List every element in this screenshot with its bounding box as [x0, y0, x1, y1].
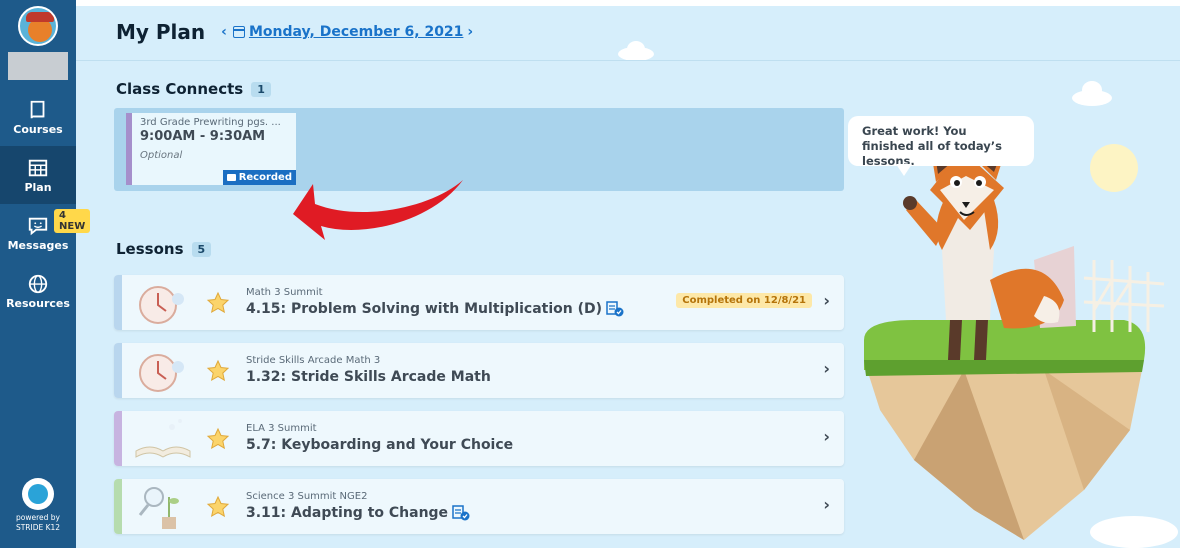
document-check-icon: [452, 505, 470, 521]
class-connects-heading: Class Connects 1: [116, 80, 271, 98]
class-connect-time: 9:00AM - 9:30AM: [140, 129, 266, 144]
lesson-title: 4.15: Problem Solving with Multiplicatio…: [246, 301, 603, 317]
next-day-button[interactable]: ›: [463, 24, 477, 40]
globe-icon: [28, 274, 48, 293]
document-check-icon: [606, 301, 624, 317]
chevron-right-icon[interactable]: ›: [823, 427, 830, 446]
stride-brand-text: STRIDE K12: [15, 523, 61, 532]
new-messages-badge: 4 NEW: [54, 209, 91, 233]
lesson-title-row: 5.7: Keyboarding and Your Choice: [246, 437, 513, 453]
recorded-label: Recorded: [238, 172, 292, 183]
completed-badge: Completed on 12/8/21: [676, 293, 812, 308]
lesson-title: 3.11: Adapting to Change: [246, 505, 449, 521]
lesson-title-row: 3.11: Adapting to Change: [246, 505, 470, 521]
lesson-row[interactable]: Stride Skills Arcade Math 3 1.32: Stride…: [114, 343, 844, 398]
lesson-title: 5.7: Keyboarding and Your Choice: [246, 437, 514, 453]
star-icon[interactable]: [206, 495, 230, 519]
sidebar-item-label: Plan: [24, 180, 52, 194]
sidebar-item-label: Courses: [13, 122, 63, 136]
chevron-right-icon[interactable]: ›: [823, 359, 830, 378]
student-name-redacted: [8, 52, 68, 80]
star-icon[interactable]: [206, 291, 230, 315]
sidebar-item-courses[interactable]: Courses: [0, 88, 76, 146]
calendar-icon: [232, 26, 245, 38]
date-link[interactable]: Monday, December 6, 2021: [249, 24, 463, 40]
lesson-row[interactable]: Math 3 Summit 4.15: Problem Solving with…: [114, 275, 844, 330]
clock-thumbnail: [139, 286, 184, 324]
powered-by-text: powered by: [16, 513, 60, 522]
page-header: My Plan ‹ Monday, December 6, 2021 ›: [116, 20, 477, 44]
lesson-course: Math 3 Summit: [246, 287, 323, 298]
chat-icon: [28, 217, 48, 235]
star-icon[interactable]: [206, 359, 230, 383]
chevron-right-icon[interactable]: ›: [823, 495, 830, 514]
sidebar-item-label: Resources: [6, 296, 70, 310]
lesson-title-row: 4.15: Problem Solving with Multiplicatio…: [246, 301, 624, 317]
class-connect-status: Optional: [140, 150, 183, 161]
date-navigator: ‹ Monday, December 6, 2021 ›: [217, 24, 477, 40]
lesson-course: Science 3 Summit NGE2: [246, 491, 368, 502]
lesson-title: 1.32: Stride Skills Arcade Math: [246, 369, 491, 385]
calendar-grid-icon: [28, 159, 48, 176]
video-camera-icon: [226, 174, 236, 181]
lesson-row[interactable]: Science 3 Summit NGE2 3.11: Adapting to …: [114, 479, 844, 534]
section-title: Lessons: [116, 240, 184, 258]
clock-thumbnail: [139, 354, 184, 392]
lesson-row[interactable]: ELA 3 Summit 5.7: Keyboarding and Your C…: [114, 411, 844, 466]
recorded-button[interactable]: Recorded: [222, 170, 296, 185]
main-content: My Plan ‹ Monday, December 6, 2021 › Cla…: [76, 0, 1180, 548]
lesson-course: Stride Skills Arcade Math 3: [246, 355, 381, 366]
magnifier-plant-thumbnail: [138, 487, 179, 529]
open-book-thumbnail: [135, 419, 191, 458]
star-icon[interactable]: [206, 427, 230, 451]
sidebar-item-resources[interactable]: Resources: [0, 262, 76, 320]
class-connects-panel: 3rd Grade Prewriting pgs. ... 9:00AM - 9…: [114, 108, 844, 191]
lesson-title-row: 1.32: Stride Skills Arcade Math: [246, 369, 491, 385]
profile-area[interactable]: [0, 0, 76, 86]
stride-logo: [22, 478, 54, 510]
chevron-right-icon[interactable]: ›: [823, 291, 830, 310]
lessons-heading: Lessons 5: [116, 240, 212, 258]
sidebar-item-label: Messages: [7, 238, 69, 252]
sidebar: Courses Plan Messages 4 NEW Resources po…: [0, 0, 91, 548]
red-annotation-arrow: [293, 180, 463, 240]
cloud-decoration: [618, 41, 654, 61]
class-connect-title: 3rd Grade Prewriting pgs. ...: [140, 117, 281, 128]
page-title: My Plan: [116, 20, 206, 44]
count-badge: 5: [191, 241, 212, 257]
section-title: Class Connects: [116, 80, 244, 98]
class-connect-card[interactable]: 3rd Grade Prewriting pgs. ... 9:00AM - 9…: [126, 113, 296, 185]
lesson-course: ELA 3 Summit: [246, 423, 317, 434]
avatar[interactable]: [18, 6, 58, 46]
count-badge: 1: [251, 81, 271, 97]
previous-day-button[interactable]: ‹: [217, 24, 231, 40]
powered-by: powered by STRIDE K12: [0, 478, 76, 533]
speech-bubble: Great work! You finished all of today’s …: [848, 116, 1034, 176]
sidebar-item-plan[interactable]: Plan: [0, 146, 76, 204]
book-icon: [30, 100, 45, 118]
